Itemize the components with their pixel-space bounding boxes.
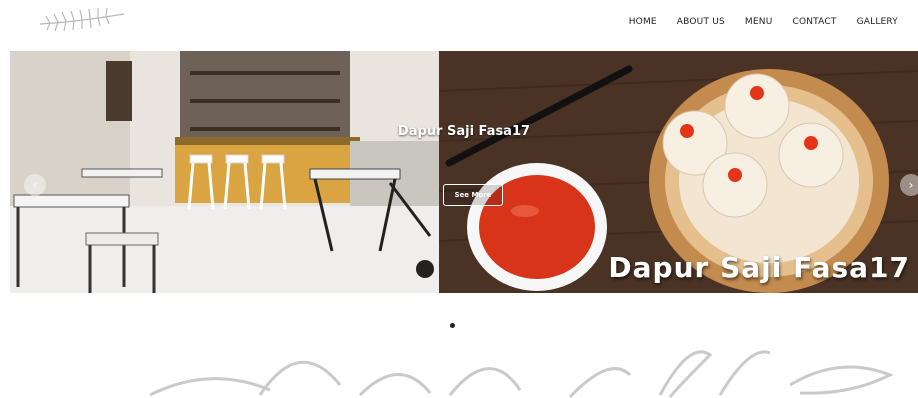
nav-gallery[interactable]: GALLERY: [857, 17, 898, 27]
see-more-button[interactable]: See More: [443, 184, 503, 206]
carousel-next-button[interactable]: ›: [900, 174, 918, 196]
restaurant-interior-image: [10, 51, 439, 293]
decorative-script-pattern: [150, 350, 894, 398]
banner-brand-text: Dapur Saji Fasa17: [608, 251, 910, 284]
nav-home[interactable]: HOME: [629, 17, 657, 27]
carousel-prev-button[interactable]: ‹: [24, 174, 46, 196]
nav-menu[interactable]: MENU: [745, 17, 773, 27]
hero-title: Dapur Saji Fasa17: [397, 124, 531, 139]
nav-contact[interactable]: CONTACT: [792, 17, 836, 27]
nav-about-us[interactable]: ABOUT US: [677, 17, 725, 27]
carousel-indicators: [450, 323, 455, 328]
hero-slider: Dapur Saji Fasa17 See More Dapur Saji Fa…: [10, 51, 918, 293]
chevron-right-icon: ›: [908, 178, 914, 192]
carousel-dot-active[interactable]: [450, 323, 455, 328]
leaf-logo-icon[interactable]: [36, 4, 128, 38]
main-nav: HOME ABOUT US MENU CONTACT GALLERY: [629, 17, 898, 27]
site-header: HOME ABOUT US MENU CONTACT GALLERY: [0, 0, 918, 48]
chevron-left-icon: ‹: [32, 178, 38, 192]
